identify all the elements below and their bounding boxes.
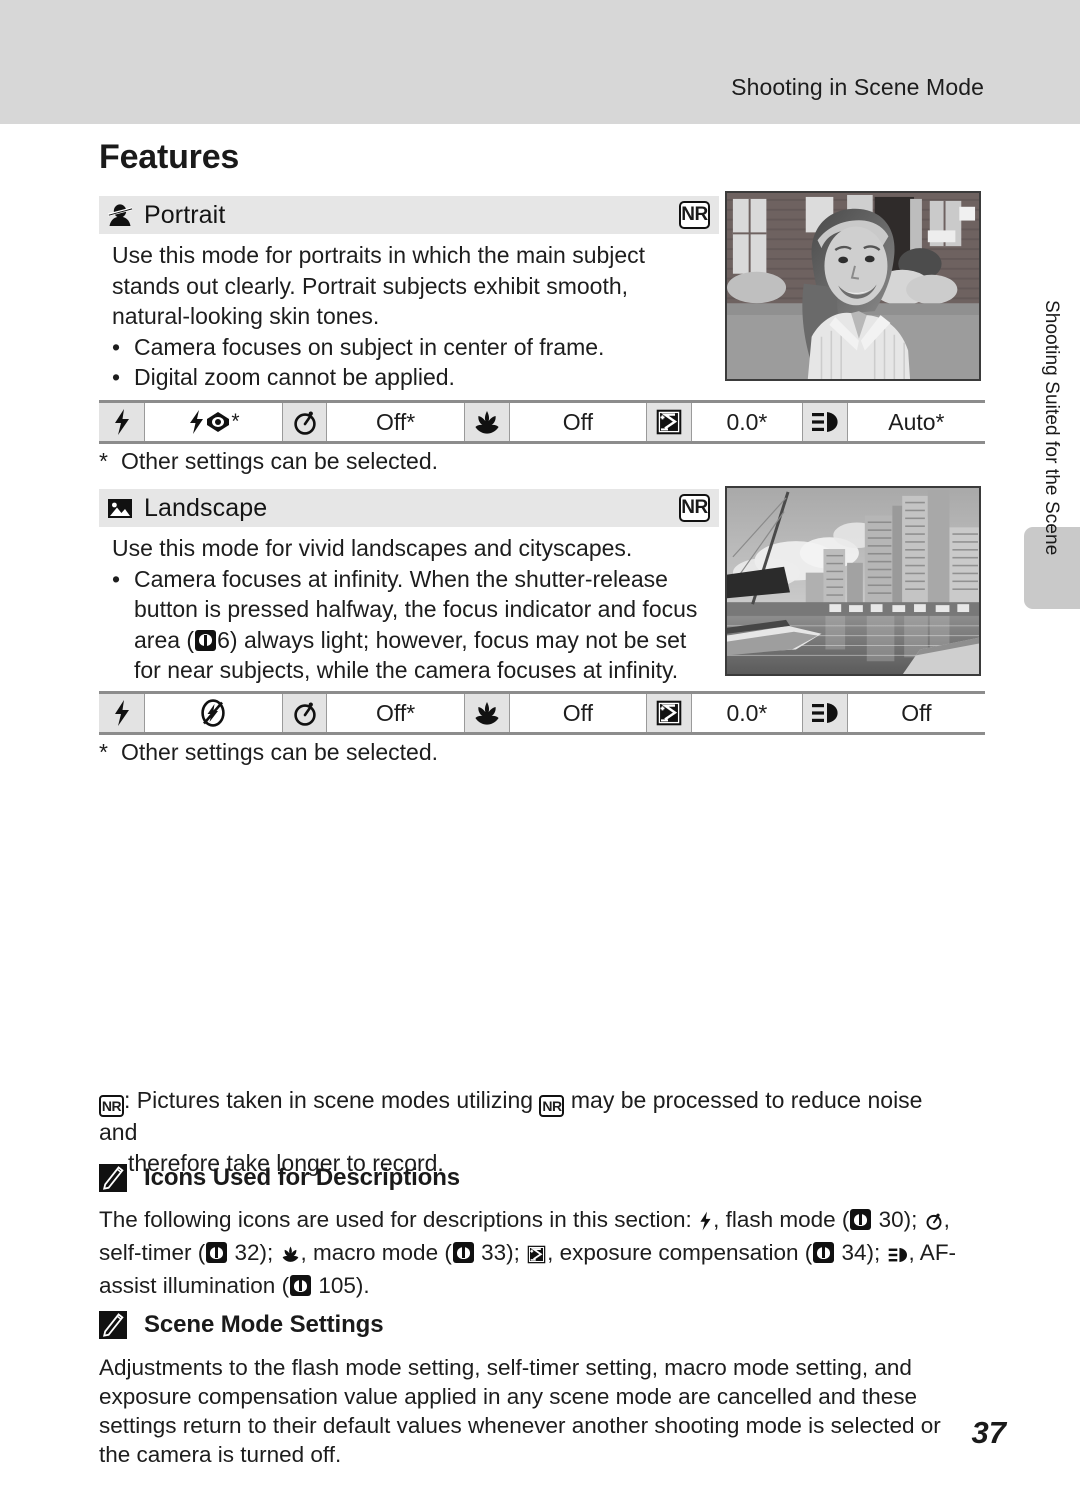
mode-bullet-landscape-1: • Camera focuses at infinity. When the s… [112,564,712,686]
exposure-compensation-icon [647,694,692,732]
page-reference-icon [850,1209,872,1230]
running-header-title: Shooting in Scene Mode [731,74,984,100]
exposure-compensation-value-portrait: 0.0* [691,403,804,441]
mode-label-landscape: Landscape [144,493,268,522]
mode-bullet-text: Camera focuses at infinity. When the shu… [134,565,698,684]
settings-table-landscape: Off* Off 0.0* Off [99,691,986,735]
mode-description-landscape: Use this mode for vivid landscapes and c… [112,533,712,686]
flash-mode-asterisk: * [231,410,240,433]
tip-ref-page-33: 33); [474,1240,527,1265]
nr-note-text-1: : Pictures taken in scene modes utilizin… [124,1087,540,1113]
flash-mode-icon [699,1209,712,1238]
exposure-compensation-value-landscape: 0.0* [691,694,804,732]
tip-body-seg-0: The following icons are used for descrip… [99,1207,699,1232]
tip-header-icons-used: Icons Used for Descriptions [99,1164,460,1192]
af-assist-value-landscape: Off [847,694,986,732]
flash-mode-value-portrait: * [145,403,283,441]
footnote-marker: * [99,739,108,765]
page-number: 37 [971,1415,1006,1450]
mode-description-text-landscape: Use this mode for vivid landscapes and c… [112,535,633,561]
page-reference-icon [195,629,217,651]
self-timer-value-landscape: Off* [327,694,465,732]
landscape-mode-icon [107,496,133,520]
footnote-portrait: * Other settings can be selected. [99,448,438,475]
tip-body-seg-5: , macro mode ( [300,1240,452,1265]
af-assist-icon [803,694,848,732]
tip-ref-page-32: 32); [228,1240,280,1265]
footnote-landscape: * Other settings can be selected. [99,739,438,766]
self-timer-icon [282,694,328,732]
tip-header-scene-mode-settings: Scene Mode Settings [99,1311,384,1339]
pencil-note-icon [99,1311,127,1339]
mode-description-text-portrait: Use this mode for portraits in which the… [112,242,646,329]
page-title: Features [99,138,240,176]
page-reference-icon [290,1275,312,1296]
landscape-sample-photo [725,486,981,676]
exposure-compensation-icon [527,1242,546,1271]
self-timer-icon [282,403,328,441]
settings-table-portrait: * Off* Off 0.0* Auto* [99,400,986,444]
macro-mode-icon [281,1242,300,1271]
footnote-text: Other settings can be selected. [120,739,439,765]
page-reference-icon [452,1242,474,1263]
af-assist-icon [888,1242,908,1271]
flash-mode-icon [99,403,146,441]
flash-mode-icon [99,694,146,732]
mode-bullet-portrait-2: • Digital zoom cannot be applied. [112,362,712,393]
tip-body-seg-1: , flash mode ( [713,1207,850,1232]
tip-title-icons-used: Icons Used for Descriptions [144,1164,461,1191]
bullet-dot-icon: • [112,565,121,592]
af-assist-icon [803,403,848,441]
tip-body-seg-7: , exposure compensation ( [547,1240,813,1265]
tip-ref-page-105: 105). [312,1273,370,1298]
af-assist-value-portrait: Auto* [847,403,986,441]
mode-bullet-text: Digital zoom cannot be applied. [134,364,455,390]
macro-mode-icon [464,403,510,441]
macro-mode-value-portrait: Off [509,403,648,441]
mode-bullet-text: Camera focuses on subject in center of f… [134,333,605,360]
footnote-text: Other settings can be selected. [120,448,439,474]
portrait-mode-icon [107,203,133,227]
nr-badge-inline-mid: NR [539,1095,565,1117]
mode-header-portrait: Portrait NR [99,196,719,234]
nr-badge-landscape: NR [679,494,710,522]
pencil-note-icon [99,1164,127,1192]
tip-body-icons-used: The following icons are used for descrip… [99,1205,969,1300]
tip-ref-page-30: 30); [872,1207,924,1232]
flash-auto-red-eye-icon [187,410,231,434]
mode-header-landscape: Landscape NR [99,489,719,527]
tip-title-scene-mode-settings: Scene Mode Settings [144,1311,384,1338]
macro-mode-icon [464,694,510,732]
nr-badge-portrait: NR [679,201,710,229]
mode-bullet-portrait-1: • Camera focuses on subject in center of… [112,332,712,363]
tip-body-scene-mode-settings: Adjustments to the flash mode setting, s… [99,1355,941,1467]
bullet-dot-icon: • [112,364,121,390]
mode-description-portrait: Use this mode for portraits in which the… [112,240,712,393]
mode-label-portrait: Portrait [144,200,226,229]
flash-mode-value-landscape [145,694,283,732]
macro-mode-value-landscape: Off [509,694,648,732]
self-timer-icon [925,1209,943,1238]
footnote-marker: * [99,448,108,474]
flash-off-icon [200,699,226,727]
exposure-compensation-icon [647,403,692,441]
page-reference-icon [813,1242,835,1263]
section-tab-label: Shooting Suited for the Scene [1041,300,1062,556]
portrait-sample-photo [725,191,981,381]
bullet-dot-icon: • [112,333,121,360]
self-timer-value-portrait: Off* [327,403,465,441]
nr-badge-inline-leading: NR [99,1095,124,1117]
page-header-band [0,0,1080,124]
page-reference-number: 6 [217,626,230,653]
page-reference-icon [206,1242,228,1263]
tip-ref-page-34: 34); [835,1240,887,1265]
